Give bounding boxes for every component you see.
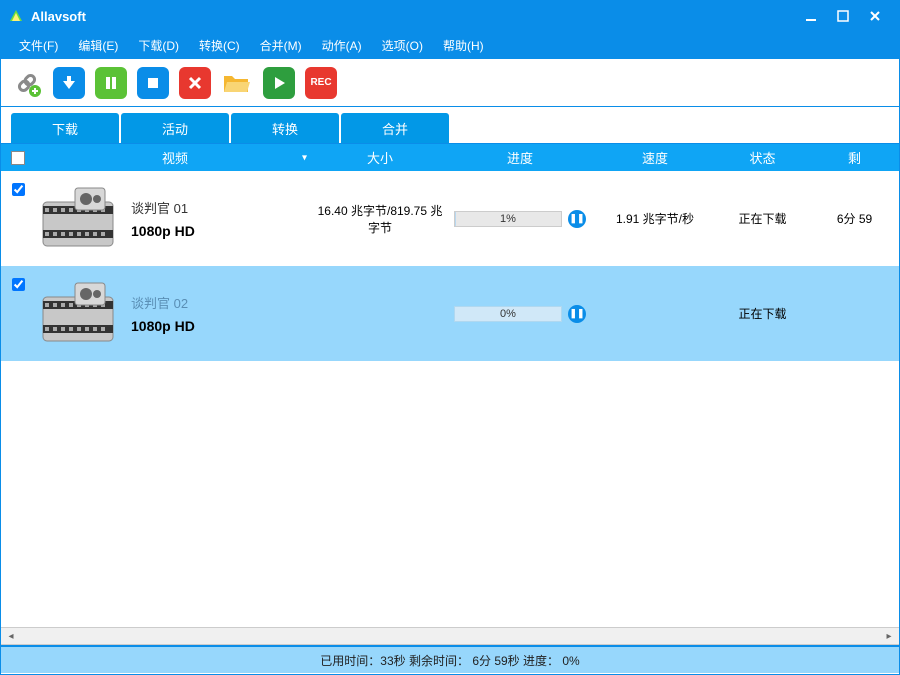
row-quality: 1080p HD bbox=[131, 223, 315, 239]
open-folder-button[interactable] bbox=[221, 67, 253, 99]
row-status: 正在下载 bbox=[715, 305, 810, 322]
table-header: 视频▾ 大小 进度 速度 状态 剩 bbox=[1, 143, 899, 171]
row-info: 谈判官 01 1080p HD bbox=[131, 198, 315, 239]
sort-arrow-icon: ▾ bbox=[302, 152, 307, 163]
statusbar-text: 已用时间：33秒 剩余时间： 6分 59秒 进度： 0% bbox=[320, 652, 579, 669]
tab-convert[interactable]: 转换 bbox=[231, 113, 339, 143]
app-logo-icon bbox=[9, 9, 23, 23]
tab-merge[interactable]: 合并 bbox=[341, 113, 449, 143]
header-size[interactable]: 大小 bbox=[315, 148, 445, 167]
menu-edit[interactable]: 编辑(E) bbox=[68, 33, 128, 58]
progress-bar: 0% bbox=[454, 306, 562, 322]
table-row[interactable]: 谈判官 01 1080p HD 16.40 兆字节/819.75 兆字节 1% … bbox=[1, 171, 899, 266]
menu-download[interactable]: 下载(D) bbox=[128, 33, 189, 58]
maximize-button[interactable] bbox=[827, 1, 859, 31]
progress-text: 1% bbox=[455, 212, 561, 226]
header-remaining[interactable]: 剩 bbox=[810, 148, 899, 167]
menu-merge[interactable]: 合并(M) bbox=[250, 33, 312, 58]
header-speed[interactable]: 速度 bbox=[595, 148, 715, 167]
row-quality: 1080p HD bbox=[131, 318, 315, 334]
menu-help[interactable]: 帮助(H) bbox=[433, 33, 494, 58]
menu-file[interactable]: 文件(F) bbox=[9, 33, 68, 58]
row-status: 正在下载 bbox=[715, 210, 810, 227]
row-name: 谈判官 01 bbox=[131, 198, 315, 217]
download-button[interactable] bbox=[53, 67, 85, 99]
download-list: 谈判官 01 1080p HD 16.40 兆字节/819.75 兆字节 1% … bbox=[1, 171, 899, 627]
tab-activity[interactable]: 活动 bbox=[121, 113, 229, 143]
progress-bar: 1% bbox=[454, 211, 562, 227]
row-remaining: 6分 59 bbox=[810, 210, 899, 227]
progress-text: 0% bbox=[455, 307, 561, 321]
header-video[interactable]: 视频▾ bbox=[35, 148, 315, 167]
scroll-right-arrow[interactable]: ▸ bbox=[881, 629, 897, 643]
delete-button[interactable] bbox=[179, 67, 211, 99]
row-pause-icon[interactable]: ❚❚ bbox=[568, 305, 586, 323]
rec-label: REC bbox=[310, 77, 331, 88]
table-row[interactable]: 谈判官 02 1080p HD 0% ❚❚ 正在下载 bbox=[1, 266, 899, 361]
video-thumbnail-icon bbox=[35, 184, 121, 254]
row-progress-cell: 1% ❚❚ bbox=[445, 210, 595, 228]
menu-options[interactable]: 选项(O) bbox=[372, 33, 433, 58]
menu-action[interactable]: 动作(A) bbox=[312, 33, 372, 58]
row-checkbox-cell bbox=[1, 266, 35, 361]
row-checkbox[interactable] bbox=[12, 183, 25, 196]
select-all-checkbox[interactable] bbox=[11, 151, 25, 165]
play-button[interactable] bbox=[263, 67, 295, 99]
row-pause-icon[interactable]: ❚❚ bbox=[568, 210, 586, 228]
app-title: Allavsoft bbox=[31, 9, 795, 24]
scroll-left-arrow[interactable]: ◂ bbox=[3, 629, 19, 643]
statusbar: 已用时间：33秒 剩余时间： 6分 59秒 进度： 0% bbox=[1, 645, 899, 673]
video-thumbnail-icon bbox=[35, 279, 121, 349]
tab-download[interactable]: 下载 bbox=[11, 113, 119, 143]
row-checkbox[interactable] bbox=[12, 278, 25, 291]
header-progress[interactable]: 进度 bbox=[445, 148, 595, 167]
row-checkbox-cell bbox=[1, 171, 35, 266]
header-checkbox-cell[interactable] bbox=[1, 151, 35, 165]
menubar: 文件(F) 编辑(E) 下载(D) 转换(C) 合并(M) 动作(A) 选项(O… bbox=[1, 31, 899, 59]
menu-convert[interactable]: 转换(C) bbox=[189, 33, 250, 58]
toolbar: REC bbox=[1, 59, 899, 107]
record-button[interactable]: REC bbox=[305, 67, 337, 99]
row-size: 16.40 兆字节/819.75 兆字节 bbox=[315, 202, 445, 236]
row-info: 谈判官 02 1080p HD bbox=[131, 293, 315, 334]
row-name: 谈判官 02 bbox=[131, 293, 315, 312]
row-progress-cell: 0% ❚❚ bbox=[445, 305, 595, 323]
minimize-button[interactable] bbox=[795, 1, 827, 31]
row-speed: 1.91 兆字节/秒 bbox=[595, 210, 715, 227]
stop-button[interactable] bbox=[137, 67, 169, 99]
pause-button[interactable] bbox=[95, 67, 127, 99]
horizontal-scrollbar[interactable]: ◂ ▸ bbox=[1, 627, 899, 645]
header-status[interactable]: 状态 bbox=[715, 148, 810, 167]
paste-url-button[interactable] bbox=[11, 67, 43, 99]
close-button[interactable] bbox=[859, 1, 891, 31]
titlebar: Allavsoft bbox=[1, 1, 899, 31]
tabs-row: 下载 活动 转换 合并 bbox=[1, 107, 899, 143]
